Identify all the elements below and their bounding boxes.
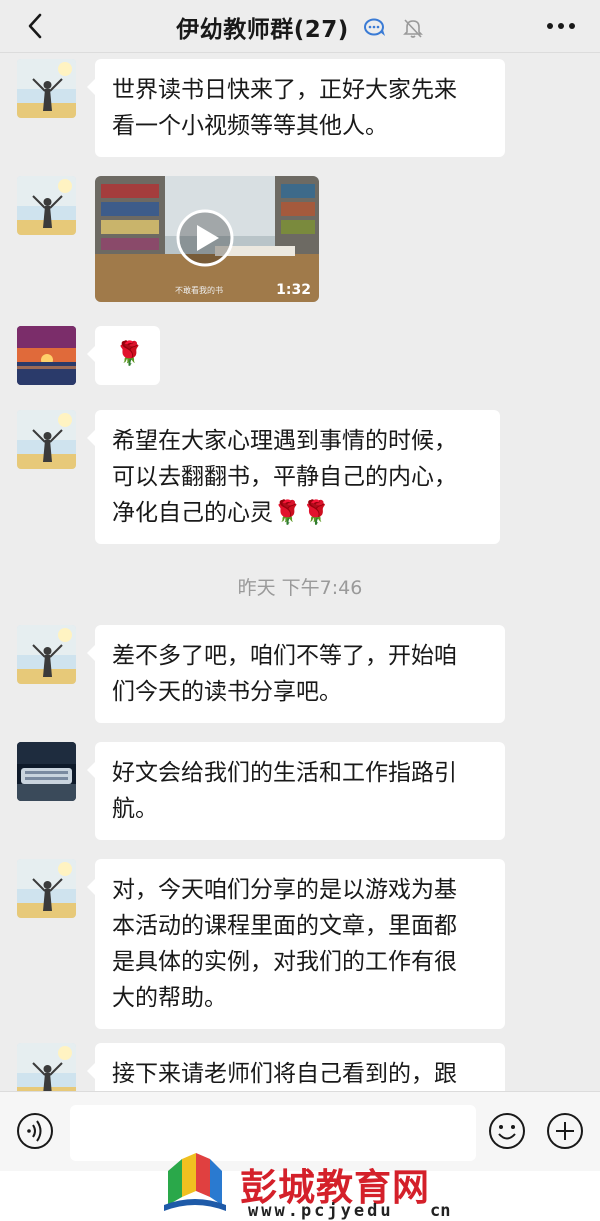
message-line: 差不多了吧，咱们不等了，开始咱 (112, 643, 457, 669)
message-line: 世界读书日快来了，正好大家先来 (112, 77, 457, 103)
message-bubble[interactable]: 差不多了吧，咱们不等了，开始咱 们今天的读书分享吧。 (87, 625, 505, 723)
message-bubble[interactable]: 接下来请老师们将自己看到的，跟 (87, 1043, 505, 1091)
watermark-url: www.pcjyedu (248, 1201, 394, 1221)
chat-area[interactable]: 世界读书日快来了，正好大家先来 看一个小视频等等其他人。 不敢看我的书 1:32… (0, 53, 600, 1091)
watermark-url-tail: cn (430, 1201, 451, 1221)
message-input[interactable] (70, 1105, 476, 1161)
message-line: 净化自己的心灵🌹🌹 (112, 500, 331, 526)
video-caption: 不敢看我的书 (175, 286, 223, 295)
message-line: 可以去翻翻书，平静自己的内心， (112, 464, 457, 490)
avatar[interactable] (17, 742, 76, 801)
timestamp: 昨天 下午7:46 (237, 577, 363, 599)
message-line: 希望在大家心理遇到事情的时候， (112, 428, 457, 454)
voice-icon[interactable] (16, 1112, 54, 1150)
avatar[interactable] (17, 326, 76, 385)
message-line: 好文会给我们的生活和工作指路引 (112, 760, 457, 786)
avatar[interactable] (17, 59, 76, 118)
message-line: 是具体的实例，对我们的工作有很 (112, 949, 457, 975)
chat-title: 伊幼教师群(27) (176, 17, 349, 43)
avatar[interactable] (17, 859, 76, 918)
avatar[interactable] (17, 625, 76, 684)
chat-title-wrap[interactable]: 伊幼教师群(27) (0, 10, 600, 45)
emoji-icon[interactable] (488, 1112, 526, 1150)
avatar[interactable] (17, 176, 76, 235)
chat-header: 伊幼教师群(27) (0, 0, 600, 53)
message-bubble[interactable]: 好文会给我们的生活和工作指路引 航。 (87, 742, 505, 840)
watermark-footer: 彭城教育网 www.pcjyedu cn (0, 1153, 600, 1221)
message-line: 接下来请老师们将自己看到的，跟 (112, 1061, 457, 1087)
message-line: 大的帮助。 (112, 985, 227, 1011)
avatar[interactable] (17, 1043, 76, 1091)
avatar[interactable] (17, 410, 76, 469)
rose-emoji: 🌹 (115, 341, 144, 367)
message-line: 看一个小视频等等其他人。 (112, 113, 388, 139)
more-icon[interactable] (544, 14, 578, 38)
message-line: 对，今天咱们分享的是以游戏为基 (112, 877, 457, 903)
mute-bell-icon (402, 18, 423, 38)
group-chat-icon (364, 18, 386, 36)
watermark-logo-icon (160, 1151, 230, 1213)
message-line: 们今天的读书分享吧。 (112, 679, 342, 705)
message-bubble[interactable]: 🌹 (87, 326, 160, 385)
message-bubble[interactable]: 对，今天咱们分享的是以游戏为基 本活动的课程里面的文章，里面都 是具体的实例，对… (87, 859, 505, 1029)
message-bubble[interactable]: 希望在大家心理遇到事情的时候， 可以去翻翻书，平静自己的内心， 净化自己的心灵🌹… (87, 410, 500, 544)
message-line: 航。 (112, 796, 158, 822)
plus-icon[interactable] (546, 1112, 584, 1150)
message-bubble[interactable]: 世界读书日快来了，正好大家先来 看一个小视频等等其他人。 (87, 59, 505, 157)
video-duration: 1:32 (276, 282, 311, 298)
video-message[interactable]: 不敢看我的书 1:32 (95, 176, 319, 302)
message-line: 本活动的课程里面的文章，里面都 (112, 913, 457, 939)
